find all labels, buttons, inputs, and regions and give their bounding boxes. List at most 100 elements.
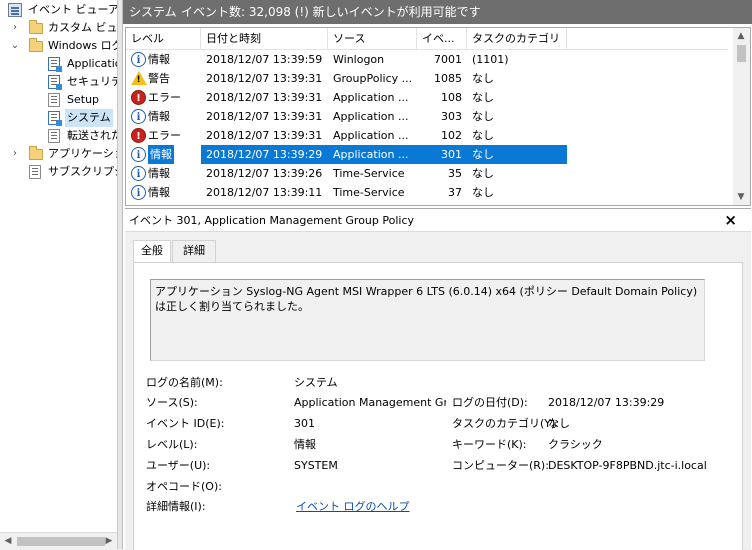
log-icon	[48, 111, 62, 126]
event-source: Time-Service	[333, 186, 405, 199]
scroll-thumb[interactable]	[17, 537, 105, 546]
column-header-level[interactable]: レベル	[126, 28, 201, 50]
event-detail-header: イベント 301, Application Management Group P…	[125, 209, 751, 232]
event-log-help-link[interactable]: イベント ログのヘルプ	[296, 500, 410, 514]
event-level: ! エラー	[126, 126, 201, 145]
chevron-right-icon[interactable]: ›	[10, 22, 20, 34]
scroll-right-icon[interactable]: ▶	[103, 535, 115, 547]
event-id: 108	[441, 91, 462, 104]
logged-value[interactable]: 2018/12/07 13:39:29	[548, 396, 664, 410]
log-name-label: ログの名前(M):	[146, 376, 223, 389]
main-pane: システム イベント数: 32,098 (!) 新しいイベントが利用可能です レベ…	[122, 0, 752, 550]
close-icon[interactable]: ×	[724, 210, 737, 231]
log-name: システム	[129, 5, 177, 19]
logged-label: ログの日付(D):	[452, 396, 528, 409]
event-level: ! エラー	[126, 88, 201, 107]
event-task-category: なし	[472, 186, 494, 199]
column-header-event-id[interactable]: イベ...	[417, 28, 467, 50]
event-level-label: エラー	[148, 129, 181, 142]
event-id: 35	[448, 167, 462, 180]
event-source: GroupPolicy ...	[333, 72, 413, 85]
event-row[interactable]: i 情報 2018/12/07 13:39:31 Application ... 303…	[126, 107, 728, 126]
event-row[interactable]: i 情報 2018/12/07 13:39:29 Application ... 301…	[126, 145, 728, 164]
tree-horizontal-scrollbar[interactable]: ◀ ▶	[0, 532, 117, 549]
subscription-icon	[29, 165, 41, 179]
folder-icon	[29, 38, 43, 52]
info-icon: i	[131, 185, 146, 200]
log-title-bar: システム イベント数: 32,098 (!) 新しいイベントが利用可能です	[123, 0, 752, 24]
warning-icon: !	[131, 71, 147, 86]
keywords-value[interactable]: クラシック	[548, 438, 603, 452]
event-task-category: なし	[472, 91, 494, 104]
chevron-right-icon[interactable]: ›	[10, 148, 20, 160]
event-id: 102	[441, 129, 462, 142]
event-row[interactable]: ! 警告 2018/12/07 13:39:31 GroupPolicy ... 108…	[126, 69, 728, 88]
folder-icon	[29, 146, 43, 160]
event-level: ! 警告	[126, 69, 201, 88]
folder-icon	[29, 20, 43, 34]
event-level: i 情報	[126, 107, 201, 126]
computer-label: コンピューター(R):	[452, 459, 549, 472]
column-header-task-category[interactable]: タスクのカテゴリ	[467, 28, 567, 50]
event-task-category: なし	[467, 145, 567, 164]
general-tab-content: アプリケーション Syslog-NG Agent MSI Wrapper 6 L…	[133, 262, 743, 550]
event-source: Winlogon	[333, 53, 385, 66]
event-id-value[interactable]: 301	[294, 417, 315, 431]
user-value[interactable]: SYSTEM	[294, 459, 338, 473]
scroll-thumb[interactable]	[737, 45, 746, 62]
event-source: Application ...	[333, 129, 409, 142]
event-source: Application ...	[333, 91, 409, 104]
event-row[interactable]: i 情報 2018/12/07 13:39:26 Time-Service 35 なし	[126, 164, 728, 183]
user-label: ユーザー(U):	[146, 459, 211, 472]
scroll-up-icon[interactable]: ▲	[735, 29, 747, 43]
event-task-category: なし	[472, 129, 494, 142]
event-id: 1085	[434, 72, 462, 85]
keywords-label: キーワード(K):	[452, 438, 527, 451]
event-level-label: エラー	[148, 91, 181, 104]
event-source: Application ...	[333, 110, 409, 123]
tab-general[interactable]: 全般	[133, 240, 171, 263]
source-value[interactable]: Application Management Group Policy	[294, 396, 446, 410]
event-row[interactable]: i 情報 2018/12/07 13:39:59 Winlogon 7001 (1101)	[126, 50, 728, 69]
event-row[interactable]: ! エラー 2018/12/07 13:39:31 Application ... 10…	[126, 88, 728, 107]
log-icon	[48, 57, 62, 72]
event-datetime: 2018/12/07 13:39:31	[206, 91, 323, 104]
task-category-value[interactable]: なし	[548, 417, 570, 431]
event-list-scrollbar[interactable]: ▲ ▼	[733, 28, 750, 205]
event-task-category: なし	[472, 167, 494, 180]
task-category-label: タスクのカテゴリ(Y):	[452, 417, 560, 430]
info-icon: i	[131, 52, 146, 67]
column-header-source[interactable]: ソース	[328, 28, 417, 50]
event-id: 37	[448, 186, 462, 199]
event-row[interactable]: ! エラー 2018/12/07 13:39:31 Application ... 10…	[126, 126, 728, 145]
log-icon	[48, 93, 60, 107]
event-task-category: なし	[472, 72, 494, 85]
event-id: 301	[417, 145, 467, 164]
event-level: i 情報	[126, 164, 201, 183]
chevron-down-icon[interactable]: ⌄	[10, 40, 20, 52]
level-value[interactable]: 情報	[294, 438, 316, 452]
computer-value[interactable]: DESKTOP-9F8PBND.jtc-i.local	[548, 459, 707, 473]
navigation-tree: イベント ビューアー ( › カスタム ビュー ⌄ Windows ログ App…	[0, 0, 118, 549]
event-id-label: イベント ID(E):	[146, 417, 225, 430]
tab-details[interactable]: 詳細	[172, 240, 216, 262]
info-icon: i	[131, 109, 146, 124]
scroll-down-icon[interactable]: ▼	[735, 190, 747, 204]
error-icon: !	[131, 128, 146, 143]
event-level-label: 情報	[148, 110, 170, 123]
event-datetime: 2018/12/07 13:39:31	[206, 129, 323, 142]
event-level: i 情報	[126, 183, 201, 202]
event-level-label: 警告	[148, 72, 170, 85]
event-id: 303	[441, 110, 462, 123]
event-detail-title: イベント 301, Application Management Group P…	[129, 214, 415, 227]
event-source: Time-Service	[333, 167, 405, 180]
event-row[interactable]: i 情報 2018/12/07 13:39:11 Time-Service 37 なし	[126, 183, 728, 202]
event-level: i 情報	[126, 50, 201, 69]
column-header-datetime[interactable]: 日付と時刻	[201, 28, 328, 50]
event-viewer-window: イベント ビューアー ( › カスタム ビュー ⌄ Windows ログ App…	[0, 0, 752, 550]
log-name-value[interactable]: システム	[294, 376, 338, 390]
event-message[interactable]: アプリケーション Syslog-NG Agent MSI Wrapper 6 L…	[150, 279, 705, 361]
scroll-left-icon[interactable]: ◀	[2, 535, 14, 547]
event-datetime: 2018/12/07 13:39:31	[206, 110, 323, 123]
event-task-category: (1101)	[472, 53, 509, 66]
